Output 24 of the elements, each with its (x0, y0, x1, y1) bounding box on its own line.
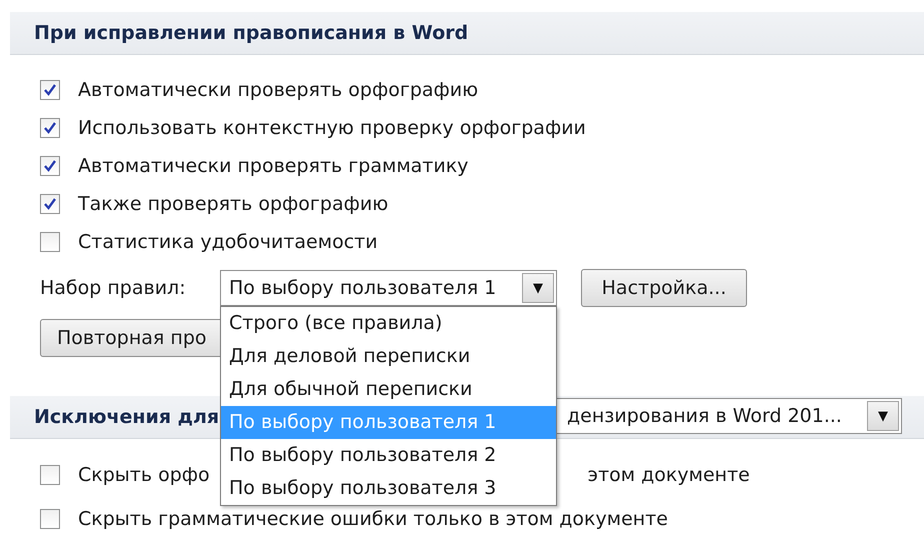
checked-checkbox[interactable] (40, 156, 60, 176)
option-label: Автоматически проверять орфографию (78, 79, 478, 101)
option-label: Автоматически проверять грамматику (78, 155, 468, 177)
option-label: Использовать контекстную проверку орфографии (78, 117, 586, 139)
option-label: Статистика удобочитаемости (78, 231, 378, 253)
rule-set-dropdown[interactable]: По выбору пользователя 1 ▼ (220, 270, 557, 306)
option-label: этом документе (588, 464, 750, 486)
checked-checkbox[interactable] (40, 118, 60, 138)
checkbox[interactable] (40, 232, 60, 252)
option-label: Также проверять орфографию (78, 193, 388, 215)
dropdown-arrow-button[interactable]: ▼ (867, 401, 899, 431)
option-label: Скрыть грамматические ошибки только в этом документе (78, 508, 668, 530)
dropdown-option[interactable]: По выбору пользователя 2 (221, 439, 556, 472)
option-label: Скрыть орфо (78, 464, 210, 486)
section-title: Исключения для (34, 406, 220, 428)
section-title: При исправлении правописания в Word (34, 22, 468, 44)
checkbox[interactable] (40, 509, 60, 529)
checked-checkbox[interactable] (40, 80, 60, 100)
rule-set-label: Набор правил: (40, 277, 187, 299)
settings-button[interactable]: Настройка... (581, 269, 747, 307)
dropdown-arrow-button[interactable]: ▼ (522, 273, 554, 303)
checked-checkbox[interactable] (40, 194, 60, 214)
dropdown-option[interactable]: По выбору пользователя 3 (221, 472, 556, 505)
checkbox[interactable] (40, 465, 60, 485)
